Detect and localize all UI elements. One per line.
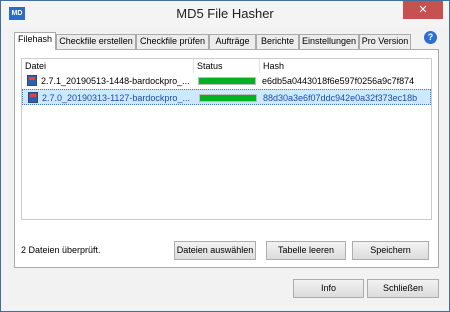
progress-bar <box>199 94 257 102</box>
window-title: MD5 File Hasher <box>176 6 274 21</box>
progress-bar <box>198 77 256 85</box>
table-row-selected[interactable]: 2.7.0_20190313-1127-bardockpro_... 88d30… <box>22 89 431 105</box>
table-row[interactable]: 2.7.1_20190513-1448-bardockpro_... e6db5… <box>22 73 431 89</box>
file-icon <box>27 75 37 86</box>
title-bar: MD MD5 File Hasher ✕ <box>1 1 449 27</box>
tab-filehash[interactable]: Filehash <box>14 32 56 50</box>
tab-berichte[interactable]: Berichte <box>256 34 299 49</box>
file-icon <box>28 92 38 103</box>
status-text: 2 Dateien überprüft. <box>21 245 101 255</box>
tab-pro-version[interactable]: Pro Version <box>359 34 411 49</box>
info-button[interactable]: Info <box>293 279 364 298</box>
tab-einstellungen[interactable]: Einstellungen <box>299 34 359 49</box>
column-header-status[interactable]: Status <box>194 59 260 73</box>
tab-checkfile-pruefen[interactable]: Checkfile prüfen <box>136 34 209 49</box>
filehash-panel: Datei Status Hash 2.7.1_20190513-1448-ba… <box>14 49 439 268</box>
tab-checkfile-erstellen[interactable]: Checkfile erstellen <box>56 34 136 49</box>
file-table[interactable]: Datei Status Hash 2.7.1_20190513-1448-ba… <box>21 58 432 220</box>
tab-auftraege[interactable]: Aufträge <box>209 34 256 49</box>
column-header-datei[interactable]: Datei <box>22 59 194 73</box>
save-button[interactable]: Speichern <box>352 241 429 260</box>
column-header-hash[interactable]: Hash <box>260 59 431 73</box>
file-name: 2.7.1_20190513-1448-bardockpro_... <box>41 76 190 86</box>
main-window: MD MD5 File Hasher ✕ Filehash Checkfile … <box>0 0 450 312</box>
close-button[interactable]: Schließen <box>367 279 439 298</box>
select-files-button[interactable]: Dateien auswählen <box>174 241 256 260</box>
hash-value: 88d30a3e6f07ddc942e0a32f373ec18b <box>263 93 418 103</box>
clear-table-button[interactable]: Tabelle leeren <box>266 241 346 260</box>
file-name: 2.7.0_20190313-1127-bardockpro_... <box>42 93 190 103</box>
hash-value: e6db5a0443018f6e597f0256a9c7f874 <box>262 76 415 86</box>
help-icon[interactable]: ? <box>424 31 437 44</box>
window-close-button[interactable]: ✕ <box>403 1 443 19</box>
